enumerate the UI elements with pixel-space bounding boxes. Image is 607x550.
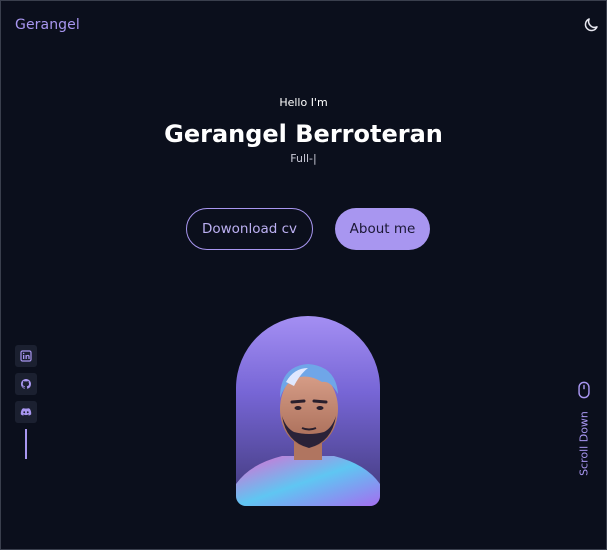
about-me-button[interactable]: About me <box>335 208 430 250</box>
github-link[interactable] <box>15 373 37 395</box>
social-divider-line <box>25 429 27 459</box>
hero-role: Full-| <box>290 152 317 165</box>
download-cv-button[interactable]: Dowonload cv <box>186 208 313 250</box>
discord-icon <box>20 408 32 416</box>
hero-buttons: Dowonload cv About me <box>1 208 606 250</box>
theme-toggle-button[interactable] <box>582 16 600 34</box>
moon-icon <box>584 18 598 32</box>
mouse-icon <box>578 381 590 399</box>
discord-link[interactable] <box>15 401 37 423</box>
page: Gerangel Hello I'm Gerangel Berroteran F… <box>0 0 607 550</box>
logo[interactable]: Gerangel <box>15 17 80 33</box>
profile-photo <box>236 316 380 506</box>
scroll-down-label: Scroll Down <box>577 411 591 476</box>
github-icon <box>21 379 32 389</box>
social-links <box>15 345 39 459</box>
greeting: Hello I'm <box>279 96 328 109</box>
hero-name: Gerangel Berroteran <box>164 120 443 148</box>
header: Gerangel <box>1 1 606 51</box>
hero: Hello I'm Gerangel Berroteran Full-| <box>1 93 606 167</box>
scroll-down[interactable]: Scroll Down <box>576 381 592 481</box>
profile-illustration <box>236 364 380 506</box>
linkedin-icon <box>20 350 32 362</box>
linkedin-link[interactable] <box>15 345 37 367</box>
